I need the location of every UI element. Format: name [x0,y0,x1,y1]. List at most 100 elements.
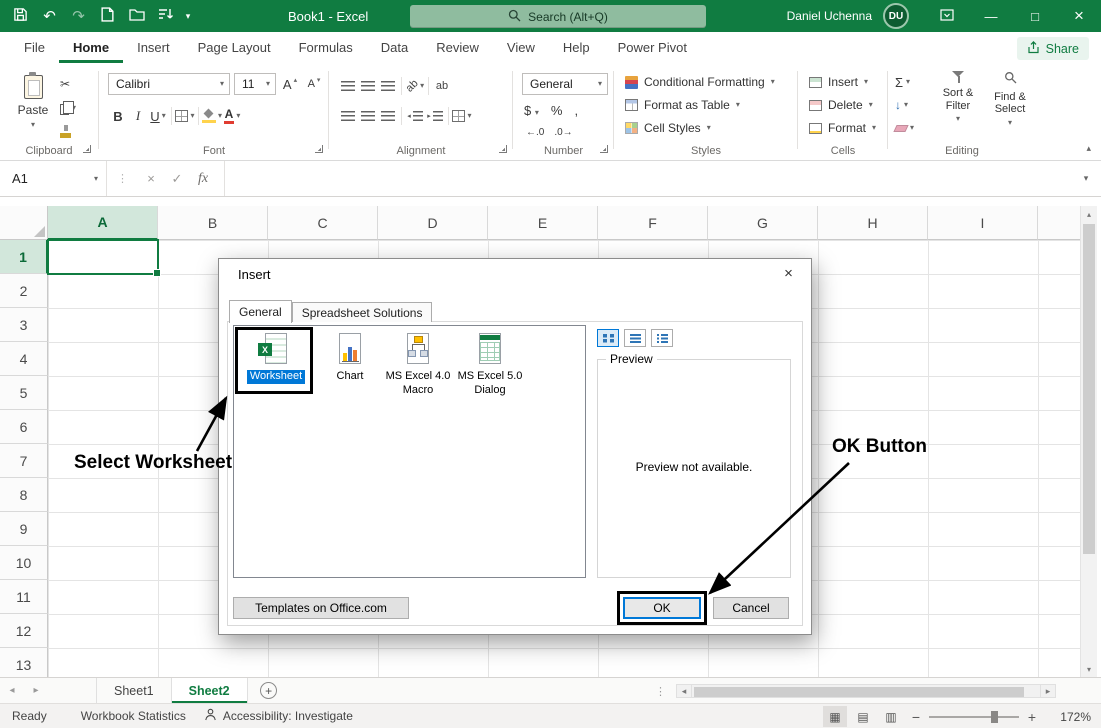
alignment-dialog-launcher[interactable] [499,145,508,154]
scroll-right-arrow[interactable]: ▸ [1040,684,1056,698]
dialog-close-button[interactable]: × [766,259,811,288]
large-icons-view-button[interactable] [597,329,619,347]
search-box[interactable]: Search (Alt+Q) [410,5,706,28]
cancel-button[interactable]: Cancel [713,597,789,619]
paste-button[interactable]: Paste ▾ [10,71,56,143]
minimize-button[interactable]: — [969,0,1013,32]
templates-office-button[interactable]: Templates on Office.com [233,597,409,619]
redo-button[interactable]: ↷ [64,2,93,30]
open-folder-button[interactable] [122,2,151,30]
dialog-tab-spreadsheet-solutions[interactable]: Spreadsheet Solutions [292,302,433,322]
scroll-left-arrow[interactable]: ◂ [676,684,692,698]
vertical-scrollbar[interactable]: ▴ ▾ [1080,206,1097,677]
insert-function-button[interactable]: fx [190,171,216,187]
cut-button[interactable]: ✂ [60,75,90,92]
save-button[interactable] [6,2,35,30]
sort-button[interactable] [151,2,180,30]
tab-insert[interactable]: Insert [123,32,184,63]
currency-button[interactable]: $ ▾ [524,103,539,118]
row-header-2[interactable]: 2 [0,274,48,308]
column-header-c[interactable]: C [268,206,378,240]
increase-decimal-button[interactable]: ←.0 [526,127,544,138]
merge-center-button[interactable]: ▾ [452,105,472,127]
borders-button[interactable]: ▾ [175,105,195,127]
bold-button[interactable]: B [108,105,128,127]
align-left-button[interactable] [338,105,358,127]
new-file-button[interactable] [93,2,122,30]
row-header-9[interactable]: 9 [0,512,48,546]
column-header-e[interactable]: E [488,206,598,240]
conditional-formatting-button[interactable]: Conditional Formatting▾ [625,72,775,92]
formula-input[interactable] [224,161,1071,196]
zoom-in-button[interactable]: + [1023,709,1041,725]
column-header-a[interactable]: A [48,206,158,240]
horizontal-scroll-thumb[interactable] [694,687,1024,697]
font-size-select[interactable]: 11▾ [234,73,276,95]
zoom-level[interactable]: 172% [1047,710,1091,724]
align-right-button[interactable] [378,105,398,127]
column-header-g[interactable]: G [708,206,818,240]
percent-button[interactable]: % [551,103,563,118]
number-format-select[interactable]: General▾ [522,73,608,95]
tab-power-pivot[interactable]: Power Pivot [604,32,701,63]
underline-button[interactable]: U▾ [148,105,168,127]
ribbon-display-options-button[interactable] [925,0,969,32]
italic-button[interactable]: I [128,105,148,127]
column-header-b[interactable]: B [158,206,268,240]
name-box[interactable]: A1▾ [0,161,107,196]
row-header-12[interactable]: 12 [0,614,48,648]
accessibility-status[interactable]: Accessibility: Investigate [204,708,353,724]
fill-color-button[interactable]: ▾ [202,105,222,127]
row-header-8[interactable]: 8 [0,478,48,512]
align-bottom-button[interactable] [378,75,398,97]
undo-button[interactable]: ↶ [35,2,64,30]
customize-toolbar-chevron[interactable]: ▾ [180,2,196,30]
decrease-font-size-button[interactable]: A▾ [304,73,324,95]
format-as-table-button[interactable]: Format as Table▾ [625,95,740,115]
small-icons-view-button[interactable] [624,329,646,347]
maximize-button[interactable]: □ [1013,0,1057,32]
increase-font-size-button[interactable]: A▴ [280,73,300,95]
cell-styles-button[interactable]: Cell Styles▾ [625,118,711,138]
row-header-4[interactable]: 4 [0,342,48,376]
next-sheet-arrow[interactable]: ▸ [24,678,48,703]
orientation-button[interactable]: ab▾ [405,75,425,97]
template-ms-excel-5-dialog[interactable]: MS Excel 5.0 Dialog [456,333,524,398]
insert-cells-button[interactable]: Insert▾ [809,72,868,92]
name-box-dropdown[interactable]: ▾ [94,175,98,183]
column-header-d[interactable]: D [378,206,488,240]
row-header-6[interactable]: 6 [0,410,48,444]
expand-formula-bar-chevron[interactable]: ▾ [1071,173,1101,184]
template-chart[interactable]: Chart [316,333,384,384]
zoom-slider[interactable] [929,706,1019,727]
sheet-tab-sheet1[interactable]: Sheet1 [96,678,172,703]
zoom-out-button[interactable]: − [907,709,925,725]
tab-help[interactable]: Help [549,32,604,63]
tab-file[interactable]: File [10,32,59,63]
row-header-11[interactable]: 11 [0,580,48,614]
tab-review[interactable]: Review [422,32,493,63]
horizontal-scrollbar[interactable]: ◂ ▸ [676,684,1056,698]
zoom-slider-thumb[interactable] [991,711,998,723]
list-view-button[interactable] [651,329,673,347]
template-ms-excel-4-macro[interactable]: MS Excel 4.0 Macro [384,333,452,398]
close-button[interactable]: × [1057,0,1101,32]
page-break-view-button[interactable]: ▥ [879,706,903,727]
avatar[interactable]: DU [883,3,909,29]
previous-sheet-arrow[interactable]: ◂ [0,678,24,703]
column-header-h[interactable]: H [818,206,928,240]
comma-button[interactable]: , [574,103,578,118]
row-header-10[interactable]: 10 [0,546,48,580]
wrap-text-button[interactable]: ab [432,75,452,97]
dialog-tab-general[interactable]: General [229,300,292,323]
fill-button[interactable]: ↓▾ [895,95,908,115]
number-dialog-launcher[interactable] [600,145,609,154]
find-select-button[interactable]: Find & Select ▾ [987,71,1033,127]
row-header-7[interactable]: 7 [0,444,48,478]
tab-formulas[interactable]: Formulas [285,32,367,63]
tab-data[interactable]: Data [367,32,422,63]
decrease-indent-button[interactable]: ◂ [405,105,425,127]
align-center-button[interactable] [358,105,378,127]
clipboard-dialog-launcher[interactable] [83,145,92,154]
font-name-select[interactable]: Calibri▾ [108,73,230,95]
